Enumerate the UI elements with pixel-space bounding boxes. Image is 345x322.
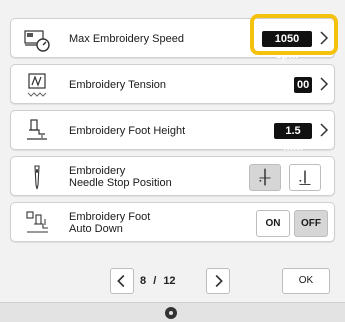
embroidery-speed-icon — [24, 30, 50, 52]
foot-auto-down-off-button[interactable]: OFF — [294, 210, 328, 237]
chevron-right-icon[interactable] — [318, 74, 330, 94]
setting-label: Max Embroidery Speed — [69, 33, 184, 45]
settings-screen: Max Embroidery Speed 1050 spm Embroidery… — [0, 0, 345, 322]
needle-down-button[interactable] — [289, 164, 321, 191]
page-current: 8 — [140, 275, 147, 287]
page-total: 12 — [163, 275, 176, 287]
foot-auto-down-on-button[interactable]: ON — [256, 210, 290, 237]
next-page-button[interactable] — [206, 268, 230, 294]
setting-label: Embroidery Foot Height — [69, 125, 186, 137]
needle-up-button[interactable] — [249, 164, 281, 191]
pagination-bar: 8 / 12 OK — [10, 266, 335, 298]
setting-label-line1: Embroidery — [69, 165, 126, 177]
foot-height-icon — [27, 119, 47, 140]
chevron-left-icon — [117, 274, 125, 288]
ok-button[interactable]: OK — [282, 268, 330, 294]
needle-down-icon — [299, 170, 311, 185]
page-separator: / — [153, 275, 157, 287]
prev-page-button[interactable] — [110, 268, 134, 294]
chevron-right-icon — [215, 274, 223, 288]
bottom-status-bar — [0, 302, 345, 322]
tension-icon — [27, 73, 47, 97]
tension-value[interactable]: 00 — [294, 77, 312, 93]
needle-up-icon — [259, 168, 271, 186]
setting-row-foot-height: Embroidery Foot Height 1.5 mm — [10, 110, 335, 153]
page-indicator: 8 / 12 — [140, 275, 176, 287]
needle-icon — [34, 165, 40, 190]
setting-label: Embroidery Tension — [69, 79, 167, 91]
highlight-frame — [250, 14, 338, 55]
sewing-machine-icon — [165, 307, 177, 319]
setting-label-line2: Needle Stop Position — [69, 177, 172, 189]
foot-height-value[interactable]: 1.5 mm — [274, 123, 312, 153]
foot-auto-down-icon — [26, 211, 48, 233]
chevron-right-icon[interactable] — [318, 120, 330, 140]
setting-row-tension: Embroidery Tension 00 — [10, 64, 335, 104]
setting-row-needle-stop: Embroidery Needle Stop Position — [10, 156, 335, 196]
setting-label-line1: Embroidery Foot — [69, 211, 151, 223]
setting-row-foot-auto-down: Embroidery Foot Auto Down ON OFF — [10, 202, 335, 242]
setting-label-line2: Auto Down — [69, 223, 123, 235]
